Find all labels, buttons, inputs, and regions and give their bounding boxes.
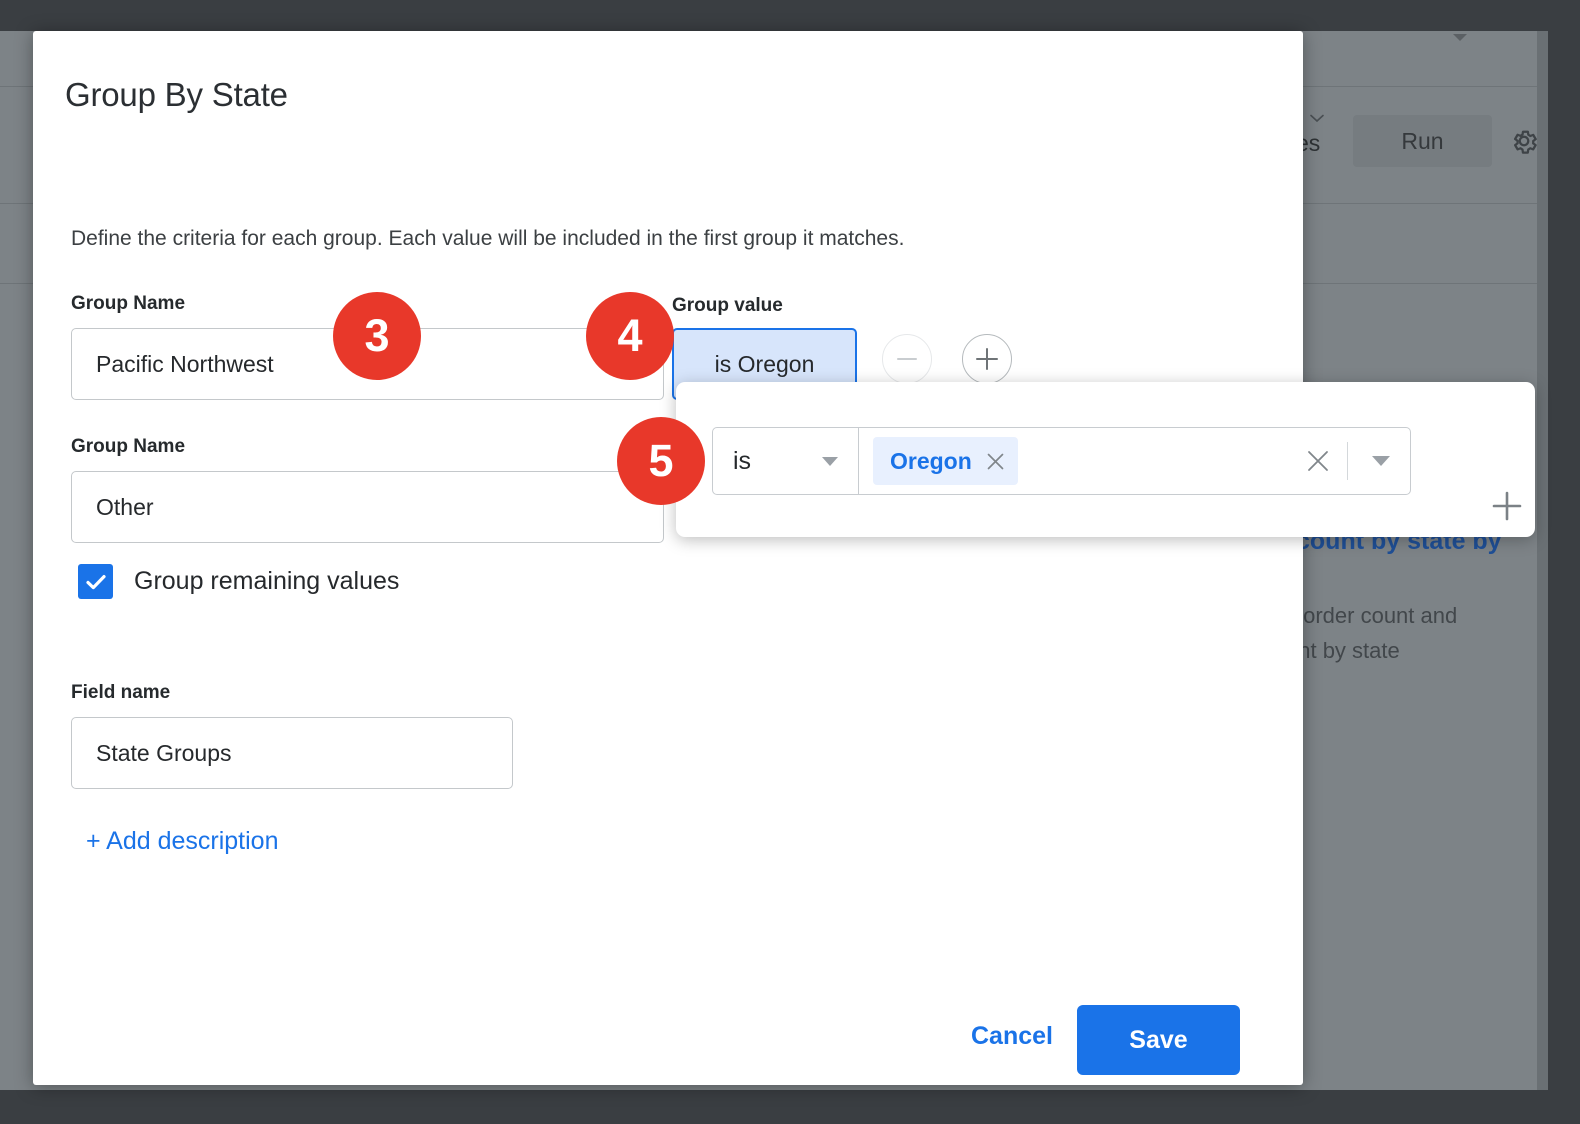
group-remaining-values-checkbox[interactable]	[78, 564, 113, 599]
group-name-label-2: Group Name	[71, 436, 185, 458]
operator-select[interactable]: is	[712, 427, 859, 495]
app-panel-edge	[1537, 31, 1548, 1090]
minus-glyph	[897, 358, 917, 361]
chevron-down-icon	[1453, 34, 1467, 41]
field-divider	[1347, 442, 1348, 480]
minus-circle-icon[interactable]	[882, 334, 932, 384]
field-name-input[interactable]: State Groups	[71, 717, 513, 789]
group-remaining-values-label: Group remaining values	[134, 567, 399, 596]
chevron-down-icon	[822, 457, 838, 466]
background-gray-text: y order count and unt by state	[1286, 598, 1457, 668]
chevron-down-icon[interactable]	[1310, 114, 1324, 123]
screen: es Run count by state by y order count a…	[0, 0, 1580, 1124]
step-badge-5: 5	[617, 417, 705, 505]
run-button[interactable]: Run	[1353, 115, 1492, 167]
close-icon[interactable]	[986, 452, 1005, 471]
plus-icon[interactable]	[1490, 489, 1524, 523]
filter-popover: is Oregon	[676, 382, 1535, 537]
group-by-state-dialog: Group By State Define the criteria for e…	[33, 31, 1303, 1085]
dialog-description: Define the criteria for each group. Each…	[71, 227, 904, 251]
group-name-label-1: Group Name	[71, 293, 185, 315]
step-badge-4: 4	[586, 292, 674, 380]
group-name-input-2[interactable]: Other	[71, 471, 664, 543]
plus-glyph-vertical	[986, 348, 989, 370]
chevron-down-icon[interactable]	[1372, 456, 1390, 466]
group-remaining-values-row[interactable]: Group remaining values	[78, 564, 399, 599]
value-tokens-field[interactable]: Oregon	[859, 427, 1411, 495]
plus-circle-icon[interactable]	[962, 334, 1012, 384]
operator-value: is	[733, 447, 751, 476]
clear-x-icon[interactable]	[1306, 449, 1330, 473]
check-icon	[83, 569, 109, 595]
add-description-link[interactable]: + Add description	[86, 827, 279, 856]
gear-icon[interactable]	[1509, 126, 1539, 156]
save-button[interactable]: Save	[1077, 1005, 1240, 1075]
cancel-button[interactable]: Cancel	[938, 1005, 1086, 1067]
step-badge-3: 3	[333, 292, 421, 380]
dialog-title: Group By State	[65, 76, 288, 114]
value-token-label: Oregon	[890, 448, 972, 475]
filter-condition-row: is Oregon	[712, 427, 1411, 495]
value-token[interactable]: Oregon	[873, 437, 1018, 485]
group-value-label: Group value	[672, 295, 783, 317]
field-name-label: Field name	[71, 682, 170, 704]
